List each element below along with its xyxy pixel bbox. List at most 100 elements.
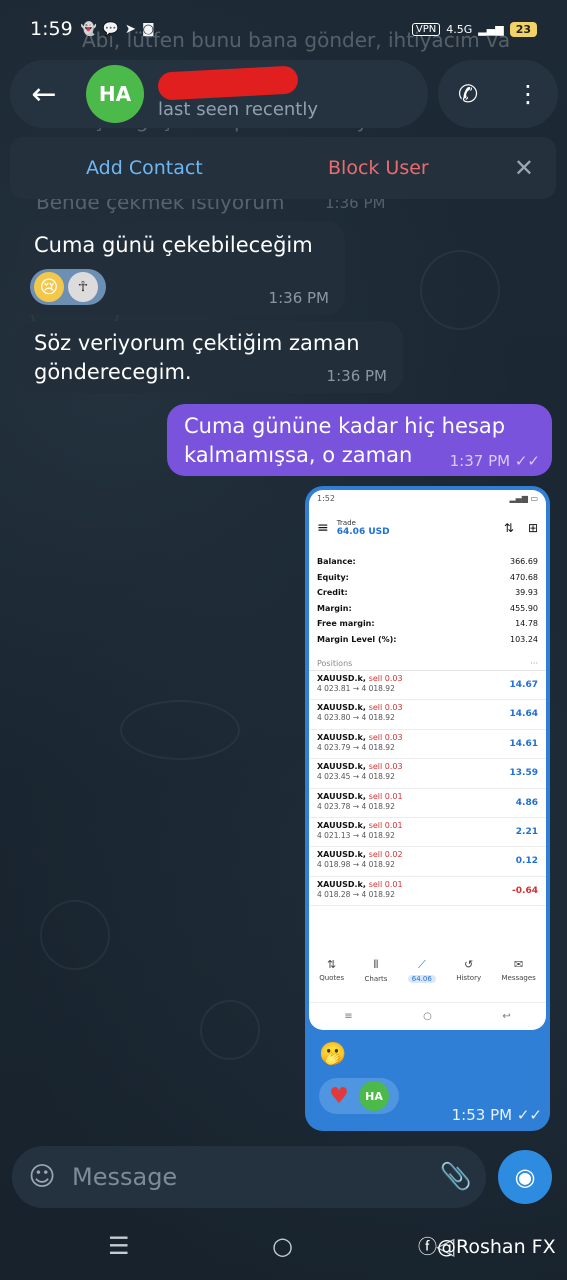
reactor-avatar: HA — [359, 1081, 389, 1111]
paperclip-icon[interactable]: 📎 — [426, 1162, 486, 1192]
vpn-badge: VPN — [411, 22, 441, 36]
last-seen-label: last seen recently — [158, 98, 319, 120]
position-profit: 4.86 — [515, 797, 538, 808]
account-row: Margin Level (%): 103.24 — [309, 632, 546, 648]
account-row: Margin: 455.90 — [309, 601, 546, 617]
symbol-label: XAUUSD.k, — [317, 762, 366, 772]
position-row[interactable]: XAUUSD.k, sell 0.01 4 021.13 → 4 018.92 2.… — [309, 818, 546, 848]
add-contact-button[interactable]: Add Contact — [86, 157, 203, 179]
wallpaper-doodle — [420, 250, 500, 330]
side-label: sell 0.03 — [368, 762, 403, 772]
position-row[interactable]: XAUUSD.k, sell 0.03 4 023.45 → 4 018.92 13… — [309, 759, 546, 789]
position-prices: 4 023.79 → 4 018.92 — [317, 742, 395, 752]
crying-face-icon: 😢 — [34, 272, 64, 302]
position-row[interactable]: XAUUSD.k, sell 0.03 4 023.81 → 4 018.92 14… — [309, 671, 546, 701]
position-row[interactable]: XAUUSD.k, sell 0.01 4 018.28 → 4 018.92 -0… — [309, 877, 546, 907]
close-icon[interactable]: ✕ — [514, 154, 534, 182]
position-row[interactable]: XAUUSD.k, sell 0.03 4 023.80 → 4 018.92 14… — [309, 700, 546, 730]
symbol-label: XAUUSD.k, — [317, 791, 366, 801]
watermark: ⓕ@Roshan FX — [418, 1232, 556, 1259]
position-prices: 4 018.98 → 4 018.92 — [317, 860, 395, 870]
menu-nav-icon: ≡ — [344, 1011, 353, 1022]
status-time: 1:59 — [30, 18, 73, 40]
tab-icon: ↺ — [464, 958, 474, 971]
heart-icon: ♥ — [329, 1083, 349, 1109]
status-right: VPN 4.5G ▂▄▆ 23 — [411, 21, 537, 37]
side-label: sell 0.03 — [368, 674, 403, 683]
contact-name-redacted — [157, 64, 299, 101]
battery-icon: 23 — [509, 21, 537, 37]
emoji-icon[interactable]: ☺ — [12, 1162, 72, 1192]
recents-nav-icon[interactable]: ☰ — [108, 1232, 130, 1260]
message-bubble-incoming[interactable]: Söz veriyorum çektiğim zaman gönderecegi… — [18, 321, 403, 393]
back-arrow-icon[interactable]: ← — [14, 64, 74, 124]
positions-label: Positions — [317, 659, 353, 668]
tab-label: Charts — [364, 975, 388, 983]
message-bubble-incoming[interactable]: Cuma günü çekebileceğim 😢 ☥ 1:36 PM — [18, 221, 345, 315]
position-row[interactable]: XAUUSD.k, sell 0.01 4 023.78 → 4 018.92 4.… — [309, 789, 546, 818]
position-symbol: XAUUSD.k, sell 0.01 — [317, 792, 538, 801]
symbol-label: XAUUSD.k, — [317, 703, 366, 713]
account-label: Balance: — [317, 557, 356, 567]
more-vertical-icon[interactable]: ⋮ — [504, 80, 552, 108]
account-row: Balance: 366.69 — [309, 554, 546, 570]
position-prices: 4 023.45 → 4 018.92 — [317, 772, 395, 782]
position-prices: 4 018.28 → 4 018.92 — [317, 889, 395, 899]
side-label: sell 0.01 — [368, 820, 403, 830]
account-value: 39.93 — [515, 588, 538, 598]
side-label: sell 0.03 — [368, 732, 403, 742]
block-user-button[interactable]: Block User — [328, 157, 429, 179]
chat-title[interactable]: last seen recently — [157, 64, 319, 120]
position-symbol: XAUUSD.k, sell 0.03 — [317, 762, 538, 771]
positions-header: Positions ··· — [309, 657, 546, 671]
photo-message-bubble[interactable]: 1:52 ▂▄▆ ▭ ≡ Trade 64.06 USD ⇅ ⊞ Balance… — [305, 486, 550, 1131]
reaction-pill[interactable]: 😢 ☥ — [30, 269, 106, 305]
symbol-label: XAUUSD.k, — [317, 732, 366, 742]
screenshot-balance-header: 64.06 USD — [336, 527, 390, 537]
sort-icon: ⇅ — [503, 521, 514, 535]
account-label: Free margin: — [317, 619, 375, 629]
camera-icon[interactable]: ◉ — [498, 1150, 552, 1204]
side-label: sell 0.03 — [368, 703, 403, 713]
message-input[interactable] — [72, 1163, 426, 1191]
screenshot-tab[interactable]: ✉ Messages — [501, 958, 535, 983]
screenshot-tab[interactable]: ↺ History — [456, 958, 481, 983]
reaction-pill[interactable]: ♥ HA — [319, 1078, 399, 1114]
header-actions: ✆ ⋮ — [438, 60, 558, 128]
message-bubble-outgoing[interactable]: Cuma gününe kadar hiç hesap kalmamışsa, … — [167, 404, 552, 476]
screenshot-tab[interactable]: ⇅ Quotes — [319, 958, 344, 983]
position-symbol: XAUUSD.k, sell 0.03 — [317, 703, 538, 712]
snapchat-icon: 👻 — [80, 21, 97, 37]
home-nav-icon[interactable]: ○ — [272, 1232, 293, 1260]
signal-icon: ▂▄▆ — [478, 22, 504, 36]
tab-icon: ⇅ — [327, 958, 337, 971]
position-row[interactable]: XAUUSD.k, sell 0.02 4 018.98 → 4 018.92 0.… — [309, 847, 546, 877]
account-row: Equity: 470.68 — [309, 570, 546, 586]
position-profit: 13.59 — [509, 768, 538, 779]
tab-label: Messages — [501, 974, 536, 982]
message-composer: ☺ 📎 — [12, 1146, 486, 1208]
account-value: 103.24 — [510, 634, 538, 644]
more-horizontal-icon: ··· — [530, 659, 538, 668]
screenshot-tab[interactable]: ⟋ 64.06 — [407, 958, 436, 983]
side-label: sell 0.01 — [368, 791, 403, 801]
account-label: Margin Level (%): — [317, 634, 397, 644]
symbol-label: XAUUSD.k, — [317, 850, 366, 860]
position-symbol: XAUUSD.k, sell 0.03 — [317, 733, 538, 742]
hamburger-menu-icon: ≡ — [317, 520, 329, 536]
account-label: Margin: — [317, 603, 352, 613]
reactions: 😢 ☥ — [30, 269, 106, 305]
account-value: 14.78 — [515, 619, 538, 629]
position-row[interactable]: XAUUSD.k, sell 0.03 4 023.79 → 4 018.92 14… — [309, 730, 546, 760]
avatar[interactable]: HA — [86, 65, 144, 123]
message-time-label: 1:53 PM — [451, 1106, 513, 1124]
shushing-face-icon: 🫢 — [319, 1042, 347, 1067]
account-value: 470.68 — [510, 572, 538, 582]
attached-screenshot[interactable]: 1:52 ▂▄▆ ▭ ≡ Trade 64.06 USD ⇅ ⊞ Balance… — [309, 490, 546, 1030]
account-value: 455.90 — [510, 603, 538, 613]
position-profit: 14.67 — [509, 680, 538, 690]
app-icon: ◙ — [141, 21, 155, 37]
position-prices: 4 021.13 → 4 018.92 — [317, 830, 395, 840]
screenshot-tab[interactable]: ⫴ Charts — [365, 958, 388, 983]
phone-icon[interactable]: ✆ — [444, 80, 492, 108]
